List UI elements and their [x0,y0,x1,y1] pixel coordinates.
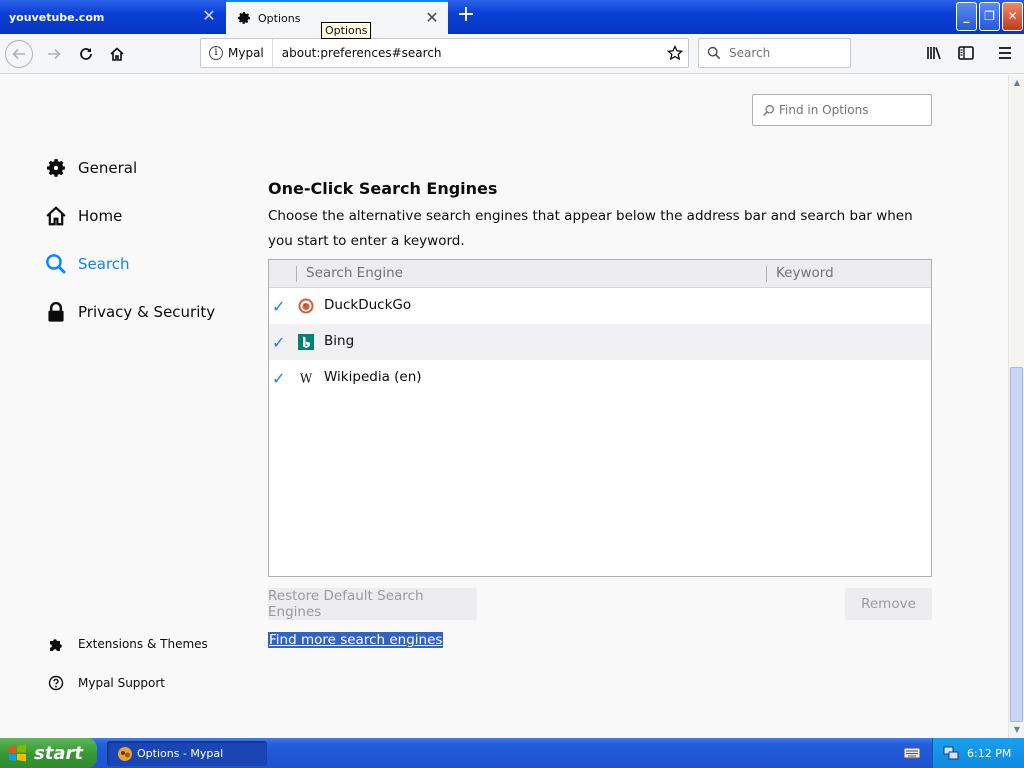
preferences-page: Find in Options General Home Search Priv… [0,75,1008,738]
wikipedia-icon: W [298,370,314,386]
engine-name: Bing [324,333,355,349]
identity-label: Mypal [228,46,264,60]
help-icon [48,675,64,691]
search-bar[interactable]: Search [698,38,851,68]
library-icon[interactable] [925,44,943,62]
menu-icon[interactable] [996,44,1014,62]
category-label: Privacy & Security [78,303,216,321]
taskbar-item-mypal[interactable]: Options - Mypal [107,741,267,766]
start-label: start [34,742,83,764]
scrollbar-thumb[interactable] [1010,367,1023,722]
svg-text:W: W [300,372,313,386]
search-icon [45,253,67,275]
search-icon [763,104,774,116]
close-tab-icon[interactable]: ✕ [425,10,439,26]
find-in-options-input[interactable]: Find in Options [752,94,932,126]
table-row[interactable]: ✓ DuckDuckGo [269,288,931,324]
checkmark-icon[interactable]: ✓ [272,297,285,316]
category-privacy-security[interactable]: Privacy & Security [45,301,215,323]
close-window-button[interactable]: ✕ [1002,2,1023,31]
category-search[interactable]: Search [45,253,130,275]
engine-name: DuckDuckGo [324,297,412,313]
network-icon[interactable] [943,745,959,761]
restore-default-engines-button[interactable]: Restore Default Search Engines [268,588,477,620]
info-icon: i [209,46,223,60]
category-label: Search [78,255,130,273]
arrow-right-icon [48,48,61,60]
scroll-up-arrow-icon[interactable]: ▲ [1012,78,1022,88]
checkmark-icon[interactable]: ✓ [272,369,285,388]
home-icon [110,47,124,61]
identity-box[interactable]: i Mypal [201,39,273,67]
forward-button[interactable] [40,40,68,68]
table-header: Search Engine Keyword [269,260,931,288]
url-text[interactable]: about:preferences#search [273,46,688,60]
minimize-button[interactable]: _ [956,2,977,31]
category-home[interactable]: Home [45,205,122,227]
reload-icon [80,48,92,60]
windows-taskbar: start Options - Mypal 6:12 PM [0,738,1024,768]
duckduckgo-icon [298,298,314,314]
back-button[interactable] [5,40,33,68]
search-icon [707,46,721,60]
search-engines-table[interactable]: Search Engine Keyword ✓ DuckDuckGo ✓ Bin… [268,259,932,577]
column-divider [296,266,297,282]
vertical-scrollbar[interactable]: ▲ ▼ [1008,75,1024,738]
lock-icon [45,301,67,323]
search-placeholder: Search [729,46,771,60]
scroll-down-arrow-icon[interactable]: ▼ [1012,725,1022,735]
checkmark-icon[interactable]: ✓ [272,333,285,352]
system-tray: 6:12 PM [932,738,1024,768]
find-more-search-engines-link[interactable]: Find more search engines [268,632,444,648]
table-row[interactable]: ✓ W Wikipedia (en) [269,360,931,396]
home-button[interactable] [103,40,131,68]
home-icon [45,205,67,227]
gear-icon [236,10,252,26]
windows-logo-icon [8,744,28,762]
taskbar-item-label: Options - Mypal [137,747,224,760]
category-label: Home [78,207,123,225]
mypal-app-icon [118,746,132,761]
bookmark-star-icon[interactable] [667,45,683,61]
start-button[interactable]: start [0,738,97,768]
mypal-support-link[interactable]: Mypal Support [48,675,165,691]
arrow-left-icon [12,48,25,60]
close-tab-icon[interactable]: ✕ [202,8,216,24]
tab-title: Options [258,11,301,25]
table-row[interactable]: ✓ Bing [269,324,931,360]
section-description: Choose the alternative search engines th… [268,208,913,249]
column-header-search-engine[interactable]: Search Engine [306,265,403,281]
navigation-toolbar: i Mypal about:preferences#search Search [0,34,1024,74]
column-header-keyword[interactable]: Keyword [776,265,834,281]
clock[interactable]: 6:12 PM [967,747,1011,760]
tab-strip: youvetube.com ✕ Options ✕ + _ ❐ ✕ [0,0,1024,34]
tab-youvetube[interactable]: youvetube.com ✕ [0,0,225,34]
new-tab-button[interactable]: + [456,4,476,26]
reload-button[interactable] [72,40,100,68]
bing-icon [298,334,314,350]
tab-title: youvetube.com [9,10,105,24]
engine-name: Wikipedia (en) [324,369,422,385]
category-general[interactable]: General [45,157,137,179]
extensions-themes-label: Extensions & Themes [78,637,208,651]
tab-tooltip: Options [321,22,372,39]
sidebar-icon[interactable] [957,44,975,62]
category-label: General [78,159,138,177]
puzzle-icon [48,636,64,652]
url-bar[interactable]: i Mypal about:preferences#search [200,38,689,68]
keyboard-icon[interactable] [903,746,921,760]
mypal-support-label: Mypal Support [78,676,166,690]
gear-icon [45,157,67,179]
remove-engine-button[interactable]: Remove [845,588,932,620]
column-divider [766,266,767,282]
maximize-button[interactable]: ❐ [979,2,1000,31]
find-in-options-placeholder: Find in Options [779,103,869,117]
extensions-themes-link[interactable]: Extensions & Themes [48,636,208,652]
section-title: One-Click Search Engines [268,179,498,198]
